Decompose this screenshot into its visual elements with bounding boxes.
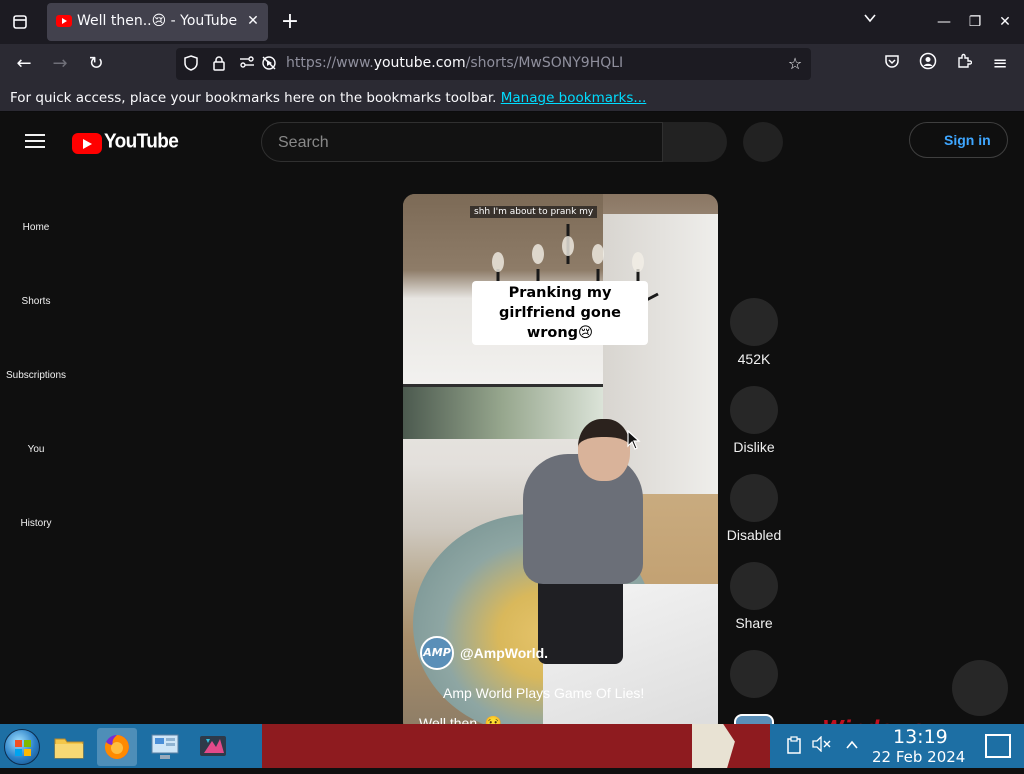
youtube-favicon-icon <box>56 15 72 27</box>
sidebar-item-shorts[interactable]: Shorts <box>0 296 72 307</box>
control-panel-icon[interactable] <box>145 728 185 766</box>
youtube-page: YouTube Sign in Home Shorts Subscription… <box>0 113 1024 724</box>
share-button[interactable] <box>730 562 778 610</box>
more-options-button[interactable] <box>730 650 778 698</box>
firefox-taskbar-icon[interactable] <box>97 728 137 766</box>
search-input[interactable] <box>278 132 648 154</box>
bookmarks-toolbar: For quick access, place your bookmarks h… <box>0 84 1024 112</box>
sidebar-item-subscriptions[interactable]: Subscriptions <box>0 370 72 381</box>
video-description[interactable]: Amp World Plays Game Of Lies! <box>443 685 644 701</box>
new-tab-button[interactable]: + <box>280 10 300 34</box>
bookmarks-hint-text: For quick access, place your bookmarks h… <box>10 90 497 106</box>
permissions-icon[interactable] <box>238 55 256 73</box>
extensions-puzzle-icon[interactable] <box>952 52 976 76</box>
pocket-icon[interactable] <box>880 52 904 76</box>
close-window-button[interactable]: ✕ <box>993 10 1017 34</box>
sign-in-button[interactable]: Sign in <box>909 122 1008 158</box>
video-scene-person-legs <box>538 574 623 664</box>
comments-button[interactable] <box>730 474 778 522</box>
minimize-window-button[interactable]: — <box>932 10 956 34</box>
dislike-label: Dislike <box>733 439 775 455</box>
taskbar: Windows 13:19 22 Feb 2024 <box>0 716 1024 768</box>
show-hidden-icons-chevron-icon[interactable] <box>842 736 862 756</box>
search-box <box>261 122 663 162</box>
video-title-caption: Pranking my girlfriend gone wrong😢 <box>472 281 648 345</box>
reload-icon[interactable]: ↻ <box>84 52 108 76</box>
manage-bookmarks-link[interactable]: Manage bookmarks... <box>501 90 647 106</box>
video-scene-window <box>403 384 603 439</box>
back-arrow-icon[interactable]: ← <box>12 52 36 76</box>
bookmarks-hint: For quick access, place your bookmarks h… <box>10 90 646 106</box>
channel-name-link[interactable]: @AmpWorld. <box>460 645 548 661</box>
youtube-logo[interactable]: YouTube <box>72 130 179 155</box>
next-short-button[interactable] <box>952 660 1008 716</box>
browser-nav-bar: ← → ↻ https://www.youtube.com/shorts/MwS… <box>0 44 1024 84</box>
start-button[interactable] <box>4 729 40 765</box>
url-text[interactable]: https://www.youtube.com/shorts/MwSONY9HQ… <box>286 55 623 71</box>
video-overlay-caption: shh I'm about to prank my <box>470 206 598 218</box>
show-desktop-button[interactable] <box>985 734 1011 758</box>
like-button[interactable] <box>730 298 778 346</box>
firefox-view-icon[interactable] <box>8 10 32 34</box>
autoplay-blocked-icon[interactable] <box>260 55 278 73</box>
sidebar-item-you[interactable]: You <box>0 444 72 455</box>
app-menu-hamburger-icon[interactable]: ≡ <box>988 52 1012 76</box>
account-icon[interactable] <box>916 52 940 76</box>
video-scene-person-head <box>578 419 630 481</box>
lock-icon[interactable] <box>210 55 228 73</box>
guide-menu-icon[interactable] <box>25 132 47 152</box>
video-title-text: Well then..😢 <box>419 715 503 724</box>
dislike-button[interactable] <box>730 386 778 434</box>
share-label: Share <box>735 615 773 631</box>
youtube-play-logo-icon <box>72 133 102 154</box>
bookmark-star-icon[interactable]: ☆ <box>786 55 804 73</box>
volume-muted-icon[interactable] <box>812 735 832 756</box>
clock-date[interactable]: 22 Feb 2024 <box>872 748 965 766</box>
video-scene-person-body <box>523 454 643 584</box>
media-app-icon[interactable] <box>193 728 233 766</box>
channel-avatar[interactable]: AMP <box>420 636 454 670</box>
sidebar-item-history[interactable]: History <box>0 518 72 529</box>
sidebar-item-home[interactable]: Home <box>0 222 72 233</box>
restore-window-button[interactable]: ❐ <box>963 10 987 34</box>
file-explorer-icon[interactable] <box>49 728 89 766</box>
forward-arrow-icon[interactable]: → <box>48 52 72 76</box>
mouse-cursor-icon <box>627 430 641 450</box>
clipboard-icon[interactable] <box>784 736 804 756</box>
comments-label: Disabled <box>726 527 782 543</box>
youtube-logo-text: YouTube <box>104 130 179 153</box>
desktop-wallpaper-strip: Windows <box>262 716 924 768</box>
voice-search-button[interactable] <box>743 122 783 162</box>
short-video-player[interactable]: shh I'm about to prank my Pranking my gi… <box>403 194 718 724</box>
audio-remix-avatar[interactable] <box>734 714 774 724</box>
list-all-tabs-chevron-icon[interactable] <box>860 11 880 31</box>
browser-tab-bar: Well then..😢 - YouTube ✕ + — ❐ ✕ <box>0 0 1024 44</box>
url-bar[interactable]: https://www.youtube.com/shorts/MwSONY9HQ… <box>176 48 811 80</box>
tab-close-icon[interactable]: ✕ <box>243 11 263 31</box>
clock-time[interactable]: 13:19 <box>893 726 948 748</box>
search-button[interactable] <box>663 122 727 162</box>
tab-title: Well then..😢 - YouTube <box>77 13 238 29</box>
wallpaper-decoration <box>692 724 735 768</box>
tracking-protection-shield-icon[interactable] <box>182 55 200 73</box>
like-count: 452K <box>737 351 771 367</box>
active-tab[interactable]: Well then..😢 - YouTube ✕ <box>47 3 268 41</box>
